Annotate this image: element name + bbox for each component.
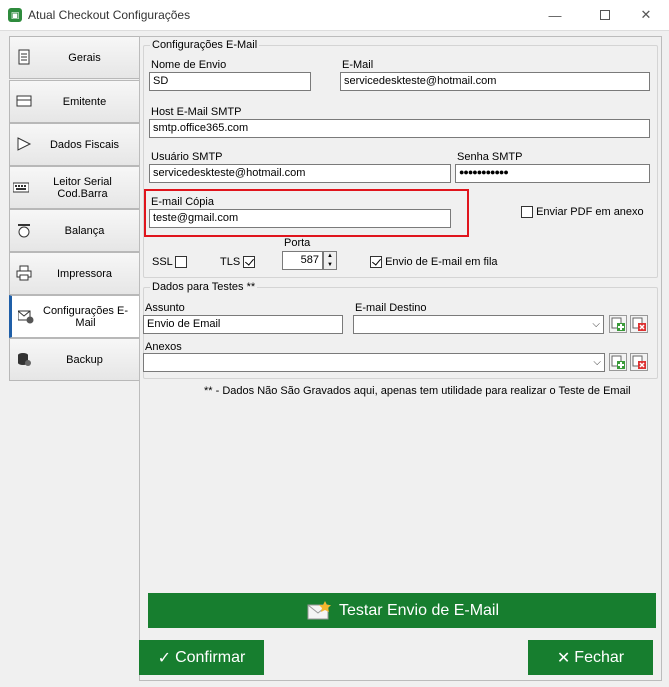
email-settings-icon <box>18 310 34 324</box>
tab-configuracoes-email[interactable]: Configurações E-Mail <box>9 295 140 338</box>
delete-icon <box>632 317 646 331</box>
database-icon <box>18 353 31 366</box>
tab-dados-fiscais[interactable]: Dados Fiscais <box>9 123 140 166</box>
usuario-field[interactable]: servicedeskteste@hotmail.com <box>149 164 451 183</box>
destino-label: E-mail Destino <box>355 302 427 314</box>
usuario-label: Usuário SMTP <box>151 151 223 163</box>
testes-note: ** - Dados Não São Gravados aqui, apenas… <box>204 385 631 397</box>
testar-envio-label: Testar Envio de E-Mail <box>338 601 500 619</box>
fila-checkbox[interactable] <box>370 256 382 269</box>
tab-label: Dados Fiscais <box>49 138 120 151</box>
email-label: E-Mail <box>342 59 374 71</box>
email-copia-field[interactable]: teste@gmail.com <box>149 209 451 228</box>
confirmar-button[interactable]: ✓ Confirmar <box>139 640 264 675</box>
document-icon <box>18 49 30 65</box>
tls-checkbox[interactable] <box>243 256 256 269</box>
nome-envio-field[interactable]: SD <box>149 72 311 91</box>
ssl-option[interactable]: SSL <box>152 256 188 269</box>
fechar-button[interactable]: ✕ Fechar <box>528 640 653 675</box>
chevron-down-icon: ⌵ <box>592 319 600 330</box>
tab-label: Emitente <box>62 95 107 108</box>
add-anexo-button[interactable] <box>609 353 627 371</box>
delete-icon <box>632 355 646 369</box>
tab-label: Balança <box>64 224 105 237</box>
ssl-label: SSL <box>152 256 173 268</box>
tab-label: Gerais <box>68 51 101 64</box>
porta-label: Porta <box>284 237 311 249</box>
destino-select[interactable]: ⌵ <box>353 315 604 334</box>
fila-label: Envio de E-mail em fila <box>385 256 498 268</box>
enviar-pdf-label: Enviar PDF em anexo <box>536 206 644 218</box>
assunto-field[interactable]: Envio de Email <box>143 315 343 334</box>
group-title: Configurações E-Mail <box>150 39 260 51</box>
minimize-button[interactable]: — <box>532 0 578 30</box>
keyboard-icon <box>13 182 29 193</box>
enviar-pdf-checkbox[interactable] <box>521 206 533 219</box>
add-icon <box>611 355 625 369</box>
add-icon <box>611 317 625 331</box>
host-label: Host E-Mail SMTP <box>151 106 242 118</box>
fila-option[interactable]: Envio de E-mail em fila <box>370 256 498 269</box>
enviar-pdf-option[interactable]: Enviar PDF em anexo <box>521 206 644 219</box>
card-icon <box>16 95 32 107</box>
anexos-select[interactable]: ⌵ <box>143 353 605 372</box>
close-button[interactable]: ✕ <box>623 0 669 30</box>
title-bar: ▣ Atual Checkout Configurações — ✕ <box>0 0 669 30</box>
tab-impressora[interactable]: Impressora <box>9 252 140 295</box>
tab-label: Impressora <box>56 267 113 280</box>
minimize-icon: — <box>548 7 562 23</box>
app-logo-icon: ▣ <box>8 8 22 22</box>
porta-field[interactable]: 587 <box>282 251 323 270</box>
porta-spinner[interactable]: ▲ ▼ <box>323 251 337 270</box>
tab-label: Backup <box>66 353 103 366</box>
tab-label: Leitor Serial Cod.Barra <box>53 175 112 200</box>
send-email-icon <box>307 600 331 619</box>
add-destino-button[interactable] <box>609 315 627 333</box>
copia-label: E-mail Cópia <box>151 196 214 208</box>
tab-gerais[interactable]: Gerais <box>9 36 140 79</box>
senha-label: Senha SMTP <box>457 151 523 163</box>
printer-icon <box>16 265 32 281</box>
anexos-label: Anexos <box>145 341 182 353</box>
scale-icon <box>18 224 30 238</box>
group-title: Dados para Testes ** <box>150 281 258 293</box>
tls-label: TLS <box>220 256 241 268</box>
close-icon: ✕ <box>640 7 652 22</box>
remove-destino-button[interactable] <box>630 315 648 333</box>
tab-label: Configurações E-Mail <box>43 304 128 329</box>
fechar-label: Fechar <box>574 648 625 666</box>
flag-icon <box>17 137 32 151</box>
remove-anexo-button[interactable] <box>630 353 648 371</box>
tab-balanca[interactable]: Balança <box>9 209 140 252</box>
assunto-label: Assunto <box>145 302 185 314</box>
check-icon: ✓ <box>157 649 172 667</box>
host-field[interactable]: smtp.office365.com <box>149 119 650 138</box>
x-icon: ✕ <box>556 649 571 667</box>
tab-backup[interactable]: Backup <box>9 338 140 381</box>
ssl-checkbox[interactable] <box>175 256 188 269</box>
maximize-button[interactable] <box>582 0 628 30</box>
senha-field[interactable]: ●●●●●●●●●●● <box>455 164 650 183</box>
window-title: Atual Checkout Configurações <box>28 8 191 22</box>
confirmar-label: Confirmar <box>175 648 246 666</box>
tls-option[interactable]: TLS <box>220 256 256 269</box>
nome-envio-label: Nome de Envio <box>151 59 227 71</box>
tab-leitor-serial[interactable]: Leitor Serial Cod.Barra <box>9 166 140 209</box>
tab-emitente[interactable]: Emitente <box>9 80 140 123</box>
email-field[interactable]: servicedeskteste@hotmail.com <box>340 72 650 91</box>
maximize-icon <box>600 10 610 20</box>
testar-envio-button[interactable]: Testar Envio de E-Mail <box>148 593 656 628</box>
chevron-down-icon: ⌵ <box>593 357 601 368</box>
